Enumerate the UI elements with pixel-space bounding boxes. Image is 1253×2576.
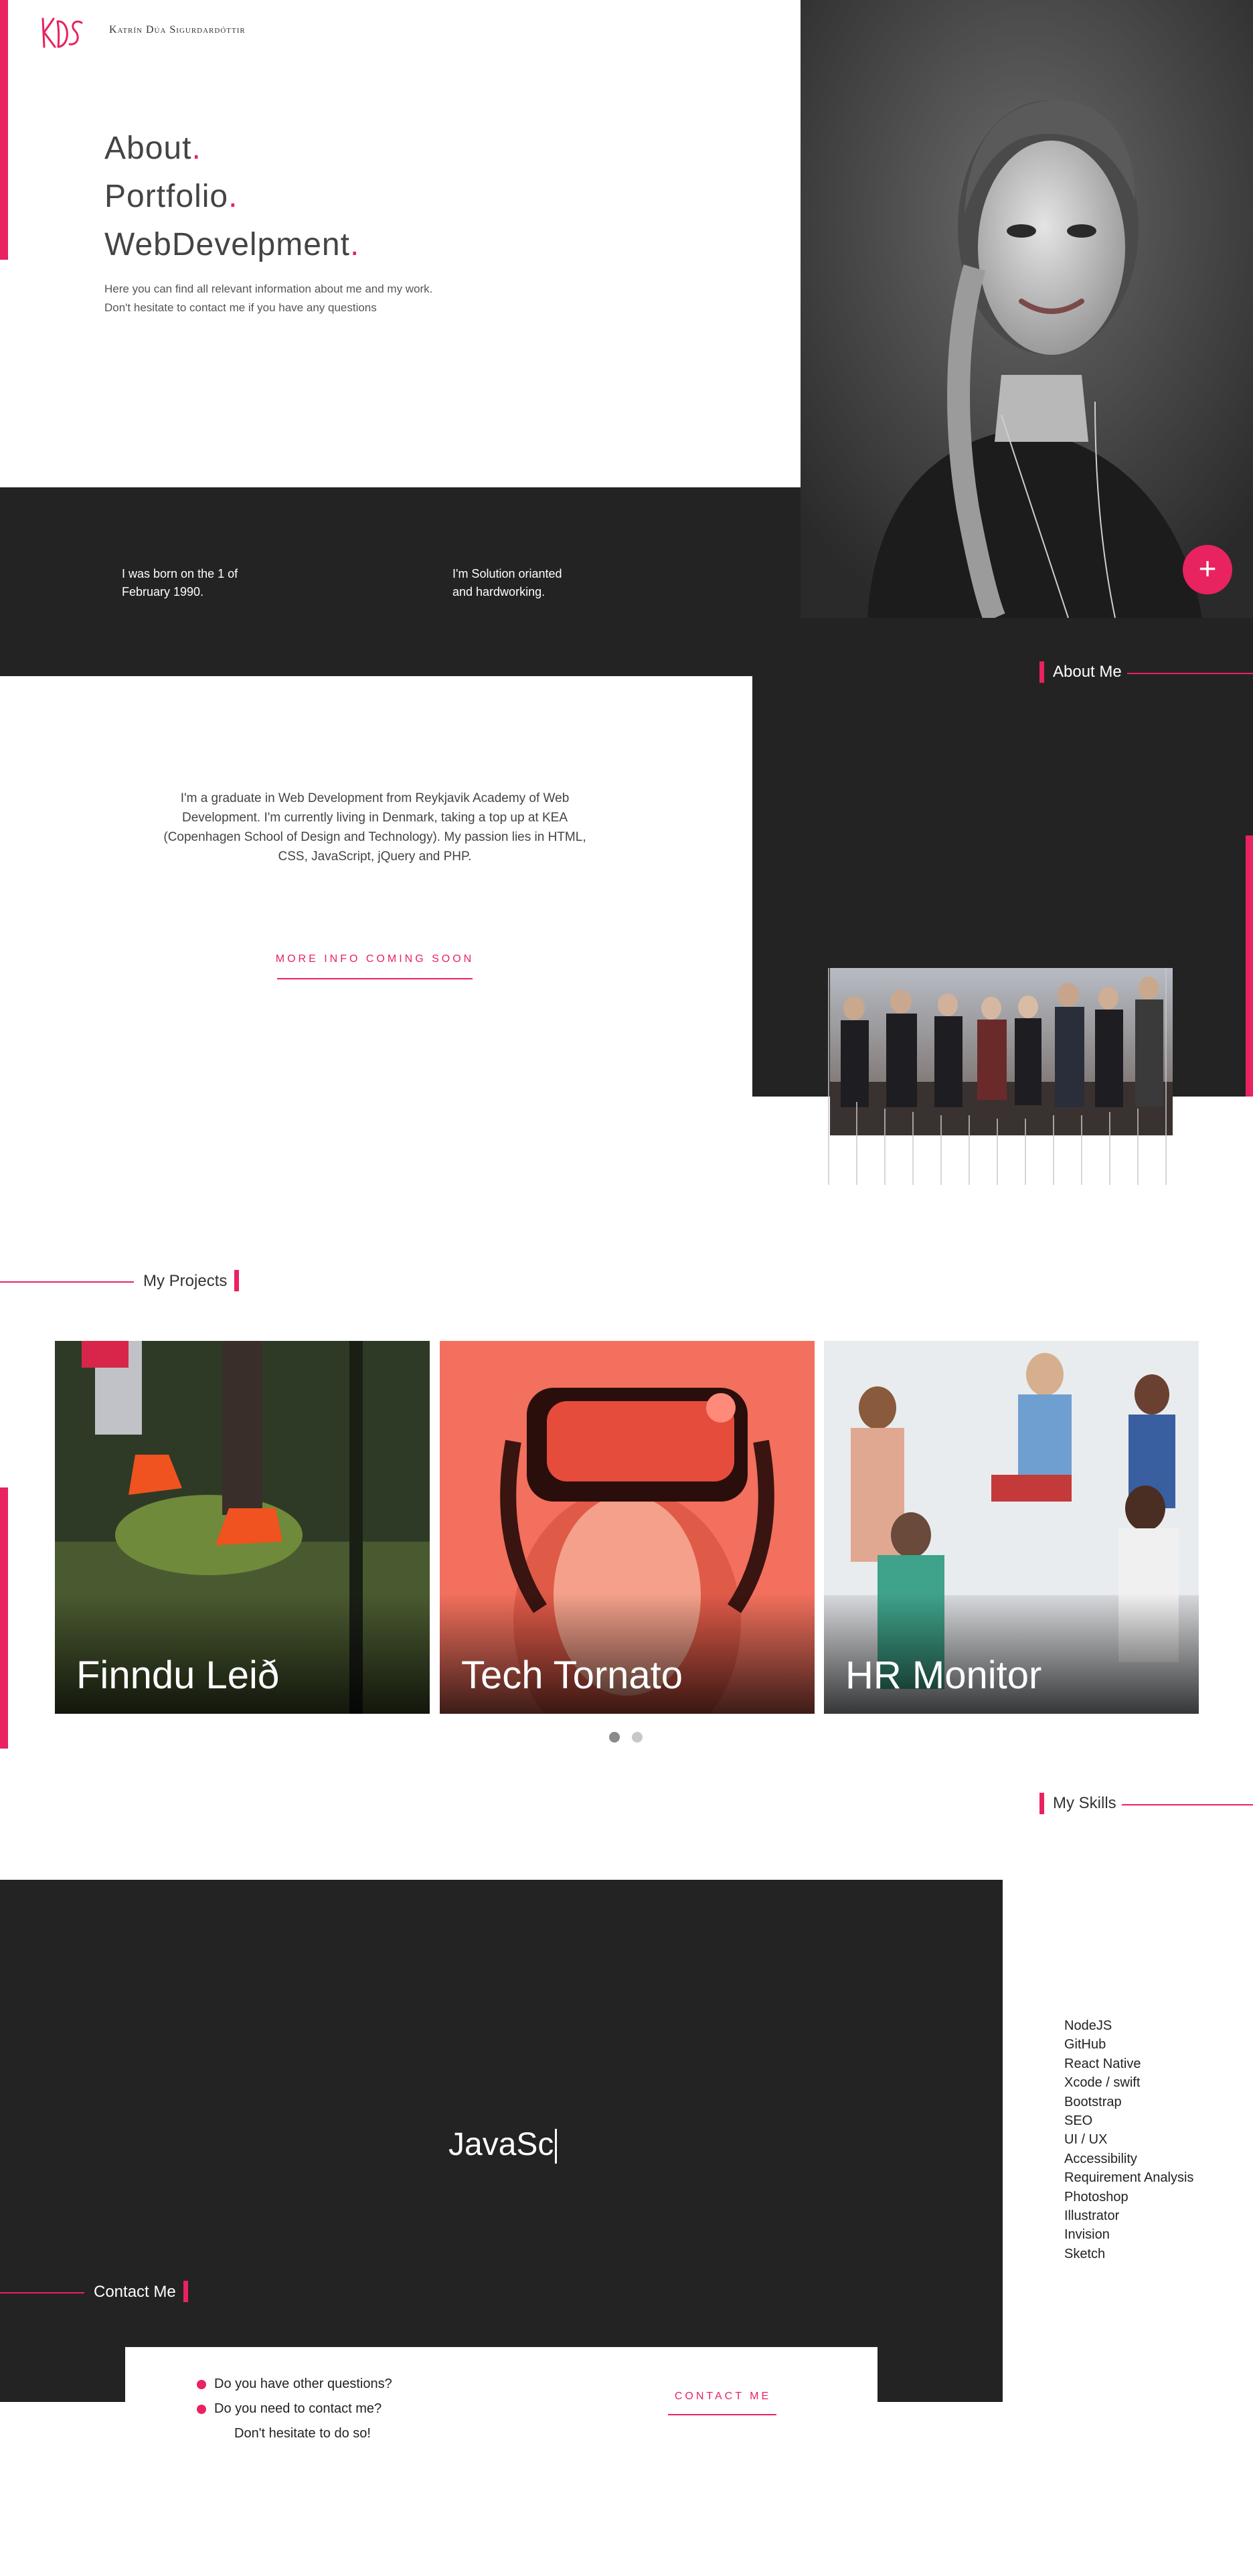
typing-cursor — [555, 2129, 558, 2164]
portrait-photo — [801, 0, 1253, 618]
hero-webdev-text: WebDevelpment — [104, 227, 350, 262]
project-title: Finndu Leið — [76, 1654, 280, 1697]
skill-item: UI / UX — [1064, 2132, 1108, 2148]
skill-item: Invision — [1064, 2227, 1110, 2243]
contact-question: Do you have other questions? — [197, 2377, 392, 2392]
about-label-line — [1127, 673, 1253, 674]
contact-label: Contact Me — [94, 2283, 176, 2301]
skill-item: Bootstrap — [1064, 2094, 1122, 2109]
skills-list: NodeJS GitHub React Native Xcode / swift… — [1064, 2016, 1238, 2263]
typing-text: JavaSc — [448, 2127, 554, 2162]
hero-dot: . — [349, 227, 360, 262]
hero-dot: . — [191, 131, 201, 166]
bullet-icon — [197, 2379, 206, 2389]
fact-birthday: I was born on the 1 of February 1990. — [122, 565, 296, 601]
logo[interactable] — [39, 15, 86, 52]
skills-label-line — [1122, 1804, 1253, 1805]
hero-line-portfolio: Portfolio. — [104, 178, 238, 215]
skill-item: Illustrator — [1064, 2208, 1120, 2224]
fact-text: I'm Solution orianted — [452, 567, 562, 580]
skill-item: Xcode / swift — [1064, 2075, 1141, 2091]
skill-item: Accessibility — [1064, 2151, 1137, 2166]
skills-label: My Skills — [1053, 1794, 1116, 1812]
about-text: I'm a graduate in Web Development from R… — [163, 791, 586, 864]
logo-mark — [41, 17, 83, 48]
hero-subtitle-line: Don't hesitate to contact me if you have… — [104, 301, 377, 314]
hero-dot: . — [228, 179, 238, 214]
pagination-dot[interactable] — [632, 1732, 643, 1743]
contact-encourage: Don't hesitate to do so! — [234, 2426, 371, 2441]
fact-text: February 1990. — [122, 585, 204, 598]
contact-button-underline — [668, 2414, 776, 2415]
hero-portfolio-text: Portfolio — [104, 179, 229, 214]
hero-line-webdev: WebDevelpment. — [104, 226, 359, 263]
project-title: Tech Tornato — [461, 1654, 683, 1697]
facts-band — [0, 487, 801, 676]
skills-label-bar — [1039, 1793, 1044, 1814]
contact-question: Do you need to contact me? — [197, 2401, 382, 2417]
skill-item: GitHub — [1064, 2037, 1106, 2052]
more-info-link[interactable]: MORE INFO COMING SOON — [254, 953, 495, 965]
bullet-icon — [197, 2404, 206, 2414]
project-card[interactable]: HR Monitor — [824, 1341, 1199, 1714]
contact-me-button[interactable]: CONTACT ME — [656, 2391, 790, 2403]
contact-label-line — [0, 2292, 84, 2293]
project-card[interactable]: Finndu Leið — [55, 1341, 430, 1714]
hero-subtitle: Here you can find all relevant informati… — [104, 280, 506, 317]
contact-question-text: Do you need to contact me? — [214, 2401, 382, 2416]
skill-item: NodeJS — [1064, 2018, 1112, 2033]
projects-label: My Projects — [143, 1272, 228, 1290]
contact-question-text: Do you have other questions? — [214, 2377, 392, 2391]
skill-item: Photoshop — [1064, 2189, 1129, 2204]
add-button[interactable]: + — [1183, 545, 1232, 594]
skill-item: Sketch — [1064, 2246, 1106, 2261]
hero-line-about: About. — [104, 130, 201, 167]
accent-bar-projects — [0, 1487, 8, 1749]
project-title: HR Monitor — [845, 1654, 1042, 1697]
more-info-underline — [277, 978, 473, 979]
about-label-bar — [1039, 661, 1044, 683]
hero-subtitle-line: Here you can find all relevant informati… — [104, 283, 433, 295]
skill-item: SEO — [1064, 2113, 1093, 2129]
about-label: About Me — [1053, 663, 1122, 681]
typing-skill: JavaSc — [448, 2126, 558, 2164]
about-side-bar — [1246, 835, 1253, 1097]
projects-label-bar — [234, 1270, 239, 1291]
contact-label-bar — [183, 2281, 188, 2302]
accent-bar-top — [0, 0, 8, 260]
project-card[interactable]: Tech Tornato — [440, 1341, 815, 1714]
group-photo — [827, 968, 1175, 1185]
projects-label-line — [0, 1281, 134, 1283]
skill-item: React Native — [1064, 2056, 1141, 2071]
pagination-dot-active[interactable] — [609, 1732, 620, 1743]
fact-text: I was born on the 1 of — [122, 567, 238, 580]
brand-name: Katrín Dúa Sigurdardóttir — [109, 24, 246, 35]
hero-about-text: About — [104, 131, 192, 166]
skill-item: Requirement Analysis — [1064, 2170, 1194, 2186]
fact-solution: I'm Solution orianted and hardworking. — [452, 565, 626, 601]
fact-text: and hardworking. — [452, 585, 546, 598]
